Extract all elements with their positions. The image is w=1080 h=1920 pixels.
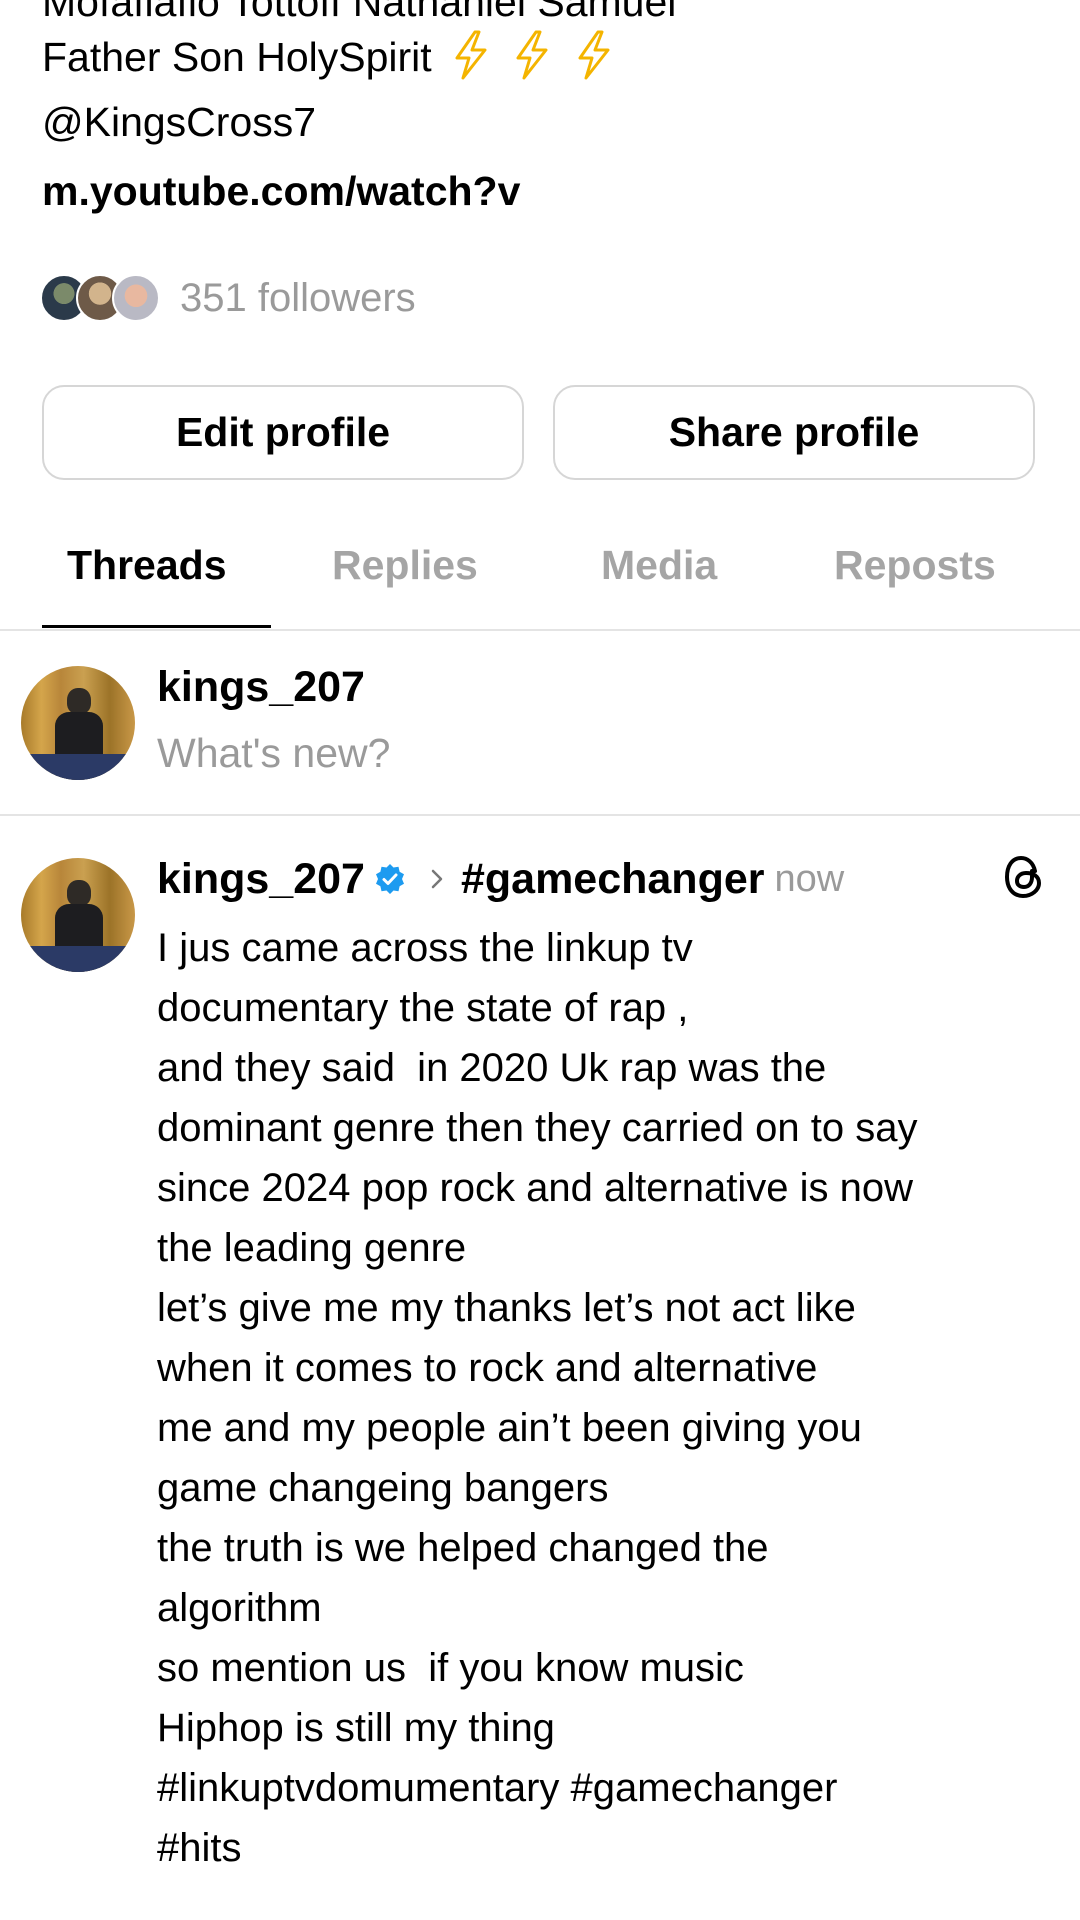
active-tab-indicator — [42, 625, 271, 628]
lightning-icon — [449, 30, 493, 90]
avatar[interactable] — [21, 858, 135, 972]
composer-username: kings_207 — [157, 663, 365, 711]
post-text-line: the truth is we helped changed the algor… — [157, 1526, 769, 1630]
bio-cut-line: Mofafiafio Tottoff Nathaniel Samuel — [42, 0, 677, 25]
bio-line-faith-text: Father Son HolySpirit — [42, 33, 432, 80]
lightning-icon — [510, 30, 554, 90]
divider — [0, 814, 1080, 816]
post-text-line: Hiphop is still my thing — [157, 1706, 555, 1750]
lightning-icon — [572, 30, 616, 90]
composer-input[interactable]: What's new? — [157, 730, 390, 777]
profile-tabs: Threads Replies Media Reposts — [0, 530, 1080, 630]
followers-row[interactable]: 351 followers — [40, 272, 416, 324]
post-text-line: #linkuptvdomumentary #gamechanger #hits — [157, 1766, 838, 1870]
bio-handle-link[interactable]: @KingsCross7 — [42, 98, 316, 146]
chevron-right-icon — [429, 867, 445, 891]
verified-badge-icon — [373, 862, 407, 896]
post-text-line: so mention us if you know music — [157, 1646, 744, 1690]
followers-count: 351 followers — [180, 275, 416, 320]
tab-media[interactable]: Media — [601, 542, 717, 589]
avatar — [112, 274, 160, 322]
threads-logo-icon — [1002, 853, 1046, 901]
bio-line-faith: Father Son HolySpirit — [42, 30, 616, 90]
edit-profile-button[interactable]: Edit profile — [42, 385, 524, 480]
follower-avatars — [40, 274, 164, 322]
bio-website-link[interactable]: m.youtube.com/watch?v — [42, 167, 520, 215]
post-header: kings_207 #gamechanger now — [157, 851, 844, 907]
tab-reposts[interactable]: Reposts — [834, 542, 996, 589]
post-username[interactable]: kings_207 — [157, 855, 365, 904]
divider — [0, 629, 1080, 631]
tab-threads[interactable]: Threads — [67, 542, 227, 589]
avatar[interactable] — [21, 666, 135, 780]
share-profile-button[interactable]: Share profile — [553, 385, 1035, 480]
post-body: I jus came across the linkup tv document… — [157, 918, 1057, 1878]
post-text-line: me and my people ain’t been giving you g… — [157, 1406, 862, 1510]
post-topic-tag[interactable]: #gamechanger — [461, 855, 765, 904]
post-text-line: and they said in 2020 Uk rap was the dom… — [157, 1046, 918, 1270]
post-timestamp: now — [774, 857, 845, 900]
post-text-line: I jus came across the linkup tv document… — [157, 926, 693, 1030]
post-text-line: let’s give me my thanks let’s not act li… — [157, 1286, 856, 1390]
tab-replies[interactable]: Replies — [332, 542, 478, 589]
